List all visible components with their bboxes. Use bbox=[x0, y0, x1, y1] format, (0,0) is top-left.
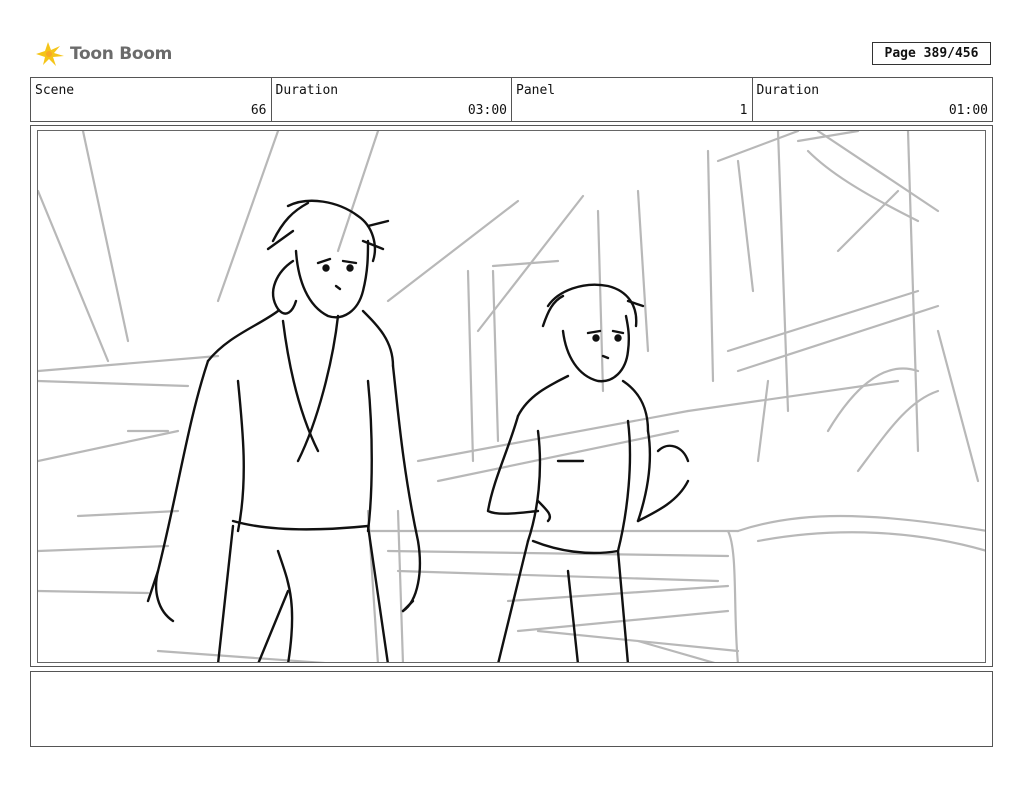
storyboard-header: Scene 66 Duration 03:00 Panel 1 Duration… bbox=[30, 77, 993, 122]
panel-duration-value: 01:00 bbox=[948, 103, 988, 118]
scene-value: 66 bbox=[250, 103, 267, 118]
scene-cell: Scene 66 bbox=[31, 78, 272, 121]
toon-boom-logo: Toon Boom bbox=[34, 38, 172, 70]
panel-label: Panel bbox=[516, 83, 556, 98]
sketch-drawing bbox=[38, 131, 985, 662]
panel-duration-cell: Duration 01:00 bbox=[753, 78, 993, 121]
toon-boom-burst-icon bbox=[36, 42, 64, 66]
panel-duration-label: Duration bbox=[756, 83, 820, 98]
storyboard-panel-image bbox=[37, 130, 986, 663]
scene-label: Scene bbox=[35, 83, 75, 98]
panel-notes-area bbox=[30, 671, 993, 747]
logo-text: Toon Boom bbox=[70, 44, 173, 64]
character-left-sketch bbox=[146, 199, 422, 662]
page-counter: Page 389/456 bbox=[872, 42, 991, 65]
scene-duration-label: Duration bbox=[275, 83, 339, 98]
panel-value: 1 bbox=[739, 103, 748, 118]
background-sketch bbox=[38, 131, 985, 662]
scene-duration-value: 03:00 bbox=[467, 103, 507, 118]
panel-cell: Panel 1 bbox=[512, 78, 753, 121]
character-right-sketch bbox=[486, 283, 690, 662]
scene-duration-cell: Duration 03:00 bbox=[272, 78, 512, 121]
